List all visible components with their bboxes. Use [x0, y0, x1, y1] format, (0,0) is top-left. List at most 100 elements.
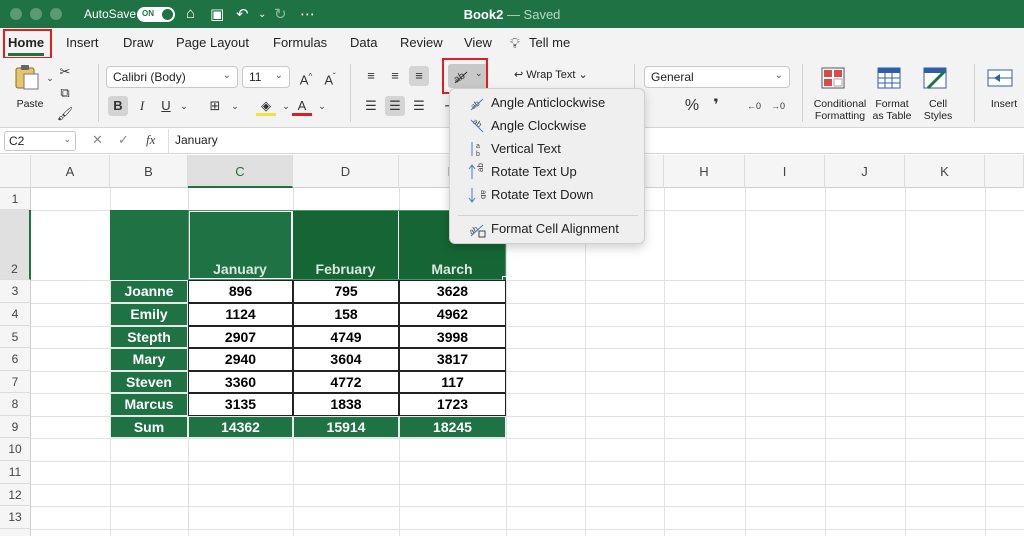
- tab-data[interactable]: Data: [350, 35, 377, 50]
- comma-style-button[interactable]: ❜: [706, 96, 726, 116]
- row-header[interactable]: 5: [0, 326, 31, 348]
- font-name-select[interactable]: Calibri (Body) ⌄: [106, 66, 238, 88]
- value-cell[interactable]: 2940: [188, 348, 293, 371]
- column-header[interactable]: [985, 155, 1024, 188]
- value-cell[interactable]: 2907: [188, 326, 293, 348]
- cell-styles-icon[interactable]: [922, 66, 950, 92]
- row-header[interactable]: 11: [0, 461, 31, 484]
- value-cell[interactable]: 1723: [399, 393, 506, 416]
- name-cell[interactable]: Joanne: [110, 280, 188, 303]
- column-header[interactable]: D: [293, 155, 399, 188]
- row-header[interactable]: 12: [0, 484, 31, 506]
- tab-insert[interactable]: Insert: [66, 35, 99, 50]
- tab-page-layout[interactable]: Page Layout: [176, 35, 249, 50]
- format-as-table-icon[interactable]: [876, 66, 904, 92]
- sum-value-cell[interactable]: 18245: [399, 416, 506, 438]
- decrease-font-icon[interactable]: Aˇ: [320, 67, 340, 87]
- select-all-corner[interactable]: [0, 155, 31, 188]
- increase-decimal-icon[interactable]: ←0: [744, 96, 764, 116]
- cut-icon[interactable]: ✂: [55, 62, 75, 82]
- name-cell[interactable]: Steven: [110, 371, 188, 393]
- tab-formulas[interactable]: Formulas: [273, 35, 327, 50]
- font-color-dropdown-icon[interactable]: ⌄: [312, 96, 332, 116]
- row-header[interactable]: 1: [0, 188, 31, 210]
- row-header[interactable]: 13: [0, 506, 31, 529]
- value-cell[interactable]: 4962: [399, 303, 506, 326]
- wrap-text-button[interactable]: ↩︎ Wrap Text ⌄: [514, 68, 588, 81]
- name-cell[interactable]: Marcus: [110, 393, 188, 416]
- value-cell[interactable]: 3998: [399, 326, 506, 348]
- column-header[interactable]: K: [905, 155, 985, 188]
- tab-draw[interactable]: Draw: [123, 35, 153, 50]
- value-cell[interactable]: 117: [399, 371, 506, 393]
- tell-me-search[interactable]: Tell me: [529, 35, 570, 50]
- row-header[interactable]: 3: [0, 280, 31, 303]
- value-cell[interactable]: 896: [188, 280, 293, 303]
- cell-styles-label[interactable]: Cell Styles: [916, 98, 960, 122]
- menu-item-rotate-text-down[interactable]: ab Rotate Text Down: [450, 184, 644, 206]
- underline-button[interactable]: U: [156, 96, 176, 116]
- tab-review[interactable]: Review: [400, 35, 443, 50]
- align-right-icon[interactable]: ☰: [409, 96, 429, 116]
- menu-item-angle-clockwise[interactable]: ab Angle Clockwise: [450, 115, 644, 137]
- paste-icon[interactable]: [13, 64, 41, 90]
- value-cell[interactable]: 3628: [399, 280, 506, 303]
- sum-value-cell[interactable]: 15914: [293, 416, 399, 438]
- percent-style-button[interactable]: %: [682, 96, 702, 116]
- sum-value-cell[interactable]: 14362: [188, 416, 293, 438]
- borders-icon[interactable]: ⊞: [205, 96, 225, 116]
- font-size-select[interactable]: 11 ⌄: [242, 66, 290, 88]
- align-left-icon[interactable]: ☰: [361, 96, 381, 116]
- name-cell[interactable]: Emily: [110, 303, 188, 326]
- menu-item-format-cell-alignment[interactable]: ab Format Cell Alignment: [450, 218, 644, 240]
- row-header[interactable]: 7: [0, 371, 31, 393]
- align-middle-icon[interactable]: ≡: [385, 66, 405, 86]
- font-color-icon[interactable]: A: [292, 96, 312, 116]
- conditional-formatting-icon[interactable]: [820, 66, 848, 92]
- column-header[interactable]: H: [664, 155, 745, 188]
- number-format-select[interactable]: General ⌄: [644, 66, 790, 88]
- value-cell[interactable]: 1124: [188, 303, 293, 326]
- value-cell[interactable]: 795: [293, 280, 399, 303]
- value-cell[interactable]: 158: [293, 303, 399, 326]
- name-cell[interactable]: Stepth: [110, 326, 188, 348]
- bold-button[interactable]: B: [108, 96, 128, 116]
- value-cell[interactable]: 1838: [293, 393, 399, 416]
- format-as-table-label[interactable]: Format as Table: [866, 98, 918, 122]
- row-header[interactable]: 9: [0, 416, 31, 438]
- table-corner-cell[interactable]: [110, 210, 188, 280]
- row-header[interactable]: [0, 529, 31, 536]
- column-header[interactable]: J: [825, 155, 905, 188]
- value-cell[interactable]: 3604: [293, 348, 399, 371]
- borders-dropdown-icon[interactable]: ⌄: [225, 96, 245, 116]
- value-cell[interactable]: 4772: [293, 371, 399, 393]
- insert-cells-icon[interactable]: [986, 66, 1014, 92]
- align-top-icon[interactable]: ≡: [361, 66, 381, 86]
- sum-label-cell[interactable]: Sum: [110, 416, 188, 438]
- enter-icon[interactable]: ✓: [118, 132, 129, 148]
- increase-font-icon[interactable]: A^: [296, 67, 316, 87]
- decrease-decimal-icon[interactable]: →0: [768, 96, 788, 116]
- value-cell[interactable]: 4749: [293, 326, 399, 348]
- value-cell[interactable]: 3360: [188, 371, 293, 393]
- menu-item-angle-anticlockwise[interactable]: ab Angle Anticlockwise: [450, 92, 644, 114]
- column-header[interactable]: B: [110, 155, 188, 188]
- column-header[interactable]: A: [31, 155, 110, 188]
- menu-item-rotate-text-up[interactable]: ab Rotate Text Up: [450, 161, 644, 183]
- row-header[interactable]: 2: [0, 210, 31, 280]
- name-box[interactable]: C2 ⌄: [4, 131, 76, 151]
- name-cell[interactable]: Mary: [110, 348, 188, 371]
- column-header[interactable]: I: [745, 155, 825, 188]
- underline-dropdown-icon[interactable]: ⌄: [174, 96, 194, 116]
- row-header[interactable]: 8: [0, 393, 31, 416]
- format-painter-icon[interactable]: 🖌︎: [55, 104, 75, 124]
- column-header[interactable]: C: [188, 155, 293, 188]
- formula-input[interactable]: January: [175, 133, 218, 147]
- menu-item-vertical-text[interactable]: a b Vertical Text: [450, 138, 644, 160]
- value-cell[interactable]: 3817: [399, 348, 506, 371]
- align-center-icon[interactable]: ☰: [385, 96, 405, 116]
- italic-button[interactable]: I: [132, 96, 152, 116]
- align-bottom-icon[interactable]: ≡: [409, 66, 429, 86]
- fill-color-icon[interactable]: ◈: [256, 96, 276, 116]
- value-cell[interactable]: 3135: [188, 393, 293, 416]
